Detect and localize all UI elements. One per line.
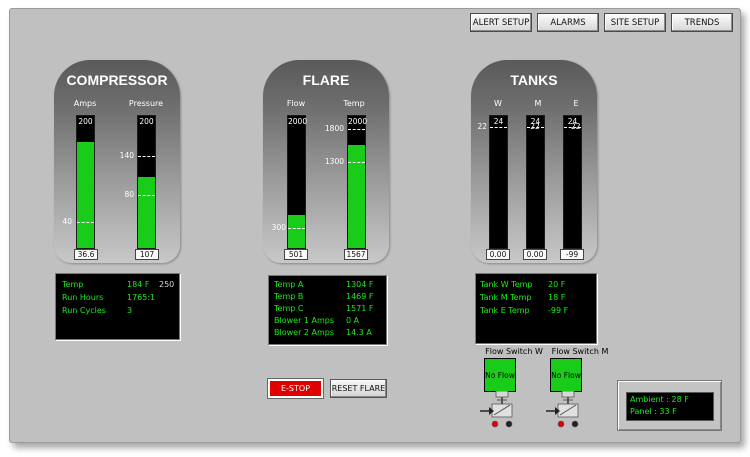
site-setup-button[interactable]: SITE SETUP <box>604 13 666 32</box>
info-label: Tank E Temp <box>480 306 530 315</box>
info-value: 20 F <box>548 280 566 289</box>
panel-temp: Panel : 33 F <box>630 407 677 416</box>
info-label: Blower 2 Amps <box>274 328 335 337</box>
flow-reading: 501 <box>284 249 308 260</box>
flow-switch-m-label: Flow Switch M <box>551 347 609 356</box>
info-value: 1571 F <box>346 304 374 313</box>
flow-switch-w-status: No Flow <box>484 358 516 392</box>
info-label: Run Cycles <box>62 306 106 315</box>
pressure-lo-line <box>138 195 155 197</box>
flare-temp-reading: 1567 <box>344 249 368 260</box>
amps-setpoint-line <box>77 221 94 223</box>
alert-setup-button[interactable]: ALERT SETUP <box>470 13 532 32</box>
pressure-hi-setpoint: 140 <box>119 150 134 160</box>
amps-max: 200 <box>78 117 93 126</box>
info-value: 3 <box>127 306 133 315</box>
pressure-label: Pressure <box>128 99 164 108</box>
info-value: 1765:1 <box>127 293 156 302</box>
tank-w-bar: 24 <box>489 115 508 249</box>
info-label: Tank W Temp <box>480 280 533 289</box>
tank-m-setpoint: 22 <box>530 122 540 131</box>
info-value: 18 F <box>548 293 566 302</box>
tank-m-bar: 24 <box>526 115 545 249</box>
flare-temp-fill <box>348 144 365 248</box>
info-label: Temp B <box>274 292 304 301</box>
tank-w-max: 24 <box>493 117 504 126</box>
estop-button[interactable]: E-STOP <box>268 379 323 398</box>
tank-e-bar: 24 <box>563 115 582 249</box>
flare-info-panel: Temp A 1304 F Temp B 1469 F Temp C 1571 … <box>268 275 387 345</box>
alarms-button[interactable]: ALARMS <box>537 13 599 32</box>
trends-button[interactable]: TRENDS <box>671 13 733 32</box>
pressure-lo-setpoint: 80 <box>124 190 134 200</box>
tanks-title: TANKS <box>510 72 558 88</box>
flow-max: 2000 <box>288 117 308 126</box>
pressure-fill <box>138 177 155 248</box>
flare-temp-lo-line <box>348 162 365 164</box>
info-value: 184 F <box>127 280 150 289</box>
amps-bar: 200 <box>76 115 95 249</box>
tank-w-setpoint: 22 <box>477 122 487 131</box>
pressure-bar: 200 <box>137 115 156 249</box>
flare-temp-bar: 2000 <box>347 115 368 249</box>
amps-label: Amps <box>73 99 97 108</box>
reset-flare-button[interactable]: RESET FLARE <box>330 379 387 398</box>
flow-bar: 2000 <box>287 115 308 249</box>
tank-w-setpoint-line <box>490 127 507 128</box>
info-label: Blower 1 Amps <box>274 316 335 325</box>
flare-title: FLARE <box>302 72 350 88</box>
amps-setpoint: 40 <box>62 216 72 226</box>
temp-label: Temp <box>343 99 365 108</box>
pressure-reading: 107 <box>135 249 159 260</box>
info-value: 0 A <box>346 316 360 325</box>
flow-setpoint-line <box>288 228 305 230</box>
info-label: Temp <box>62 280 84 289</box>
ambient-temp: Ambient : 28 F <box>630 395 689 404</box>
pressure-max: 200 <box>139 117 154 126</box>
ambient-panel: Ambient : 28 F Panel : 33 F <box>617 380 722 431</box>
info-value: -99 F <box>548 306 569 315</box>
ambient-display: Ambient : 28 F Panel : 33 F <box>626 392 714 421</box>
info-label: Run Hours <box>62 293 104 302</box>
info-label: Temp A <box>274 280 304 289</box>
info-value: 1469 F <box>346 292 374 301</box>
tank-w-reading: 0.00 <box>486 249 510 260</box>
compressor-gauge: COMPRESSOR Amps Pressure 200 40 36.6 200… <box>54 60 180 263</box>
flow-switch-m-status: No Flow <box>550 358 582 392</box>
tank-m-reading: 0.00 <box>523 249 547 260</box>
flow-setpoint: 300 <box>271 223 286 233</box>
tanks-gauge: TANKS W M E 24 22 0.00 24 22 0.00 24 22 … <box>471 60 597 263</box>
info-value: 1304 F <box>346 280 374 289</box>
amps-reading: 36.6 <box>74 249 98 260</box>
flare-temp-hi-setpoint: 1800 <box>324 124 344 134</box>
info-label: Tank M Temp <box>480 293 532 302</box>
info-extra: 250 <box>159 280 175 289</box>
compressor-title: COMPRESSOR <box>66 72 168 88</box>
flare-temp-lo-setpoint: 1300 <box>324 157 344 167</box>
flare-temp-hi-line <box>348 129 365 131</box>
flow-fill <box>288 214 305 248</box>
tanks-info-panel: Tank W Temp 20 F Tank M Temp 18 F Tank E… <box>475 273 597 344</box>
compressor-info-panel: Temp 184 F 250 Run Hours 1765:1 Run Cycl… <box>55 273 180 340</box>
flare-gauge: FLARE Flow Temp 2000 300 501 2000 1800 1… <box>263 60 389 263</box>
flow-label: Flow <box>286 99 306 108</box>
amps-fill <box>77 142 94 248</box>
tank-e-reading: -99 <box>560 249 584 260</box>
tank-e-setpoint: 22 <box>571 122 581 131</box>
flare-temp-max: 2000 <box>348 117 368 126</box>
pressure-hi-line <box>138 155 155 157</box>
flow-valve-w-icon <box>480 391 513 428</box>
flow-valve-m-icon <box>546 391 579 428</box>
flow-switch-m: Flow Switch M No Flow <box>540 347 620 432</box>
tank-e-label: E <box>573 99 579 108</box>
info-label: Temp C <box>274 304 304 313</box>
info-value: 14.3 A <box>346 328 372 337</box>
